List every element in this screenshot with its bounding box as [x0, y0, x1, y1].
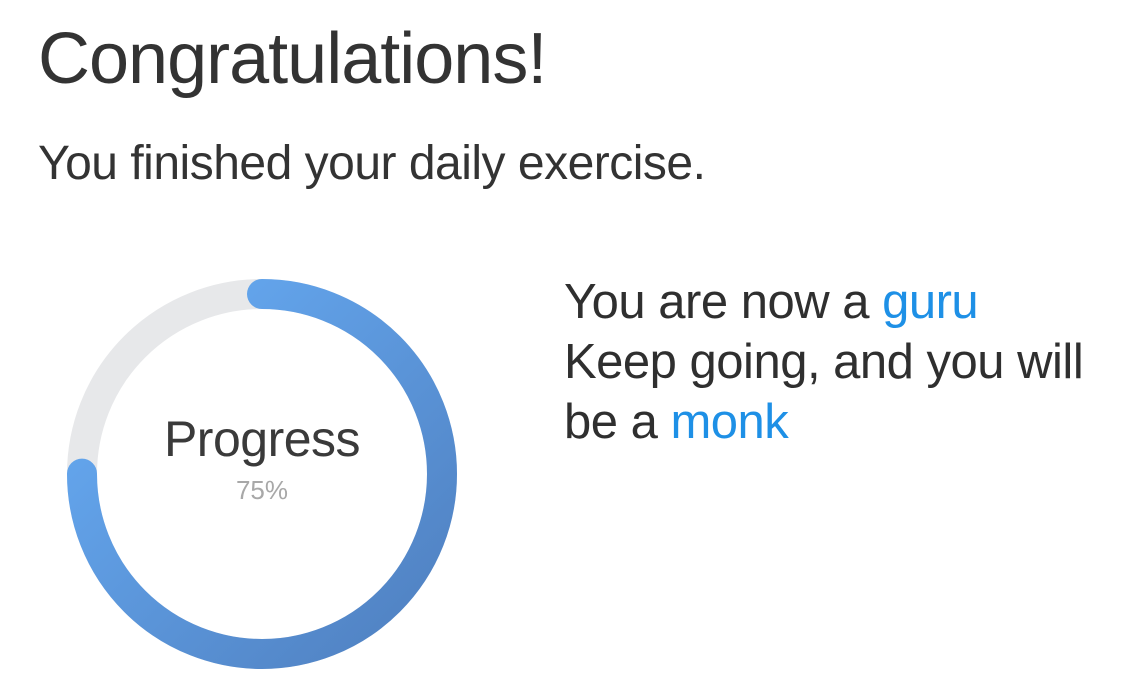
next-rank: monk: [670, 395, 789, 449]
rank-message-line-2: Keep going, and you will: [564, 335, 1084, 389]
rank-message-current-prefix: You are now a: [564, 275, 883, 329]
progress-ring-graphic: [67, 279, 457, 669]
progress-label: Progress: [163, 411, 361, 467]
completion-subtitle: You finished your daily exercise.: [38, 137, 706, 190]
rank-message: You are now a guru Keep going, and you w…: [564, 272, 1104, 452]
progress-percent: 75%: [235, 475, 289, 505]
congratulations-title: Congratulations!: [38, 19, 547, 99]
rank-message-line-1: You are now a guru: [564, 272, 1104, 332]
rank-message-next-prefix: be a: [564, 395, 671, 449]
rank-message-line-3: be a monk: [564, 392, 1104, 452]
progress-ring: Progress 75%: [62, 274, 462, 674]
current-rank: guru: [882, 275, 979, 329]
